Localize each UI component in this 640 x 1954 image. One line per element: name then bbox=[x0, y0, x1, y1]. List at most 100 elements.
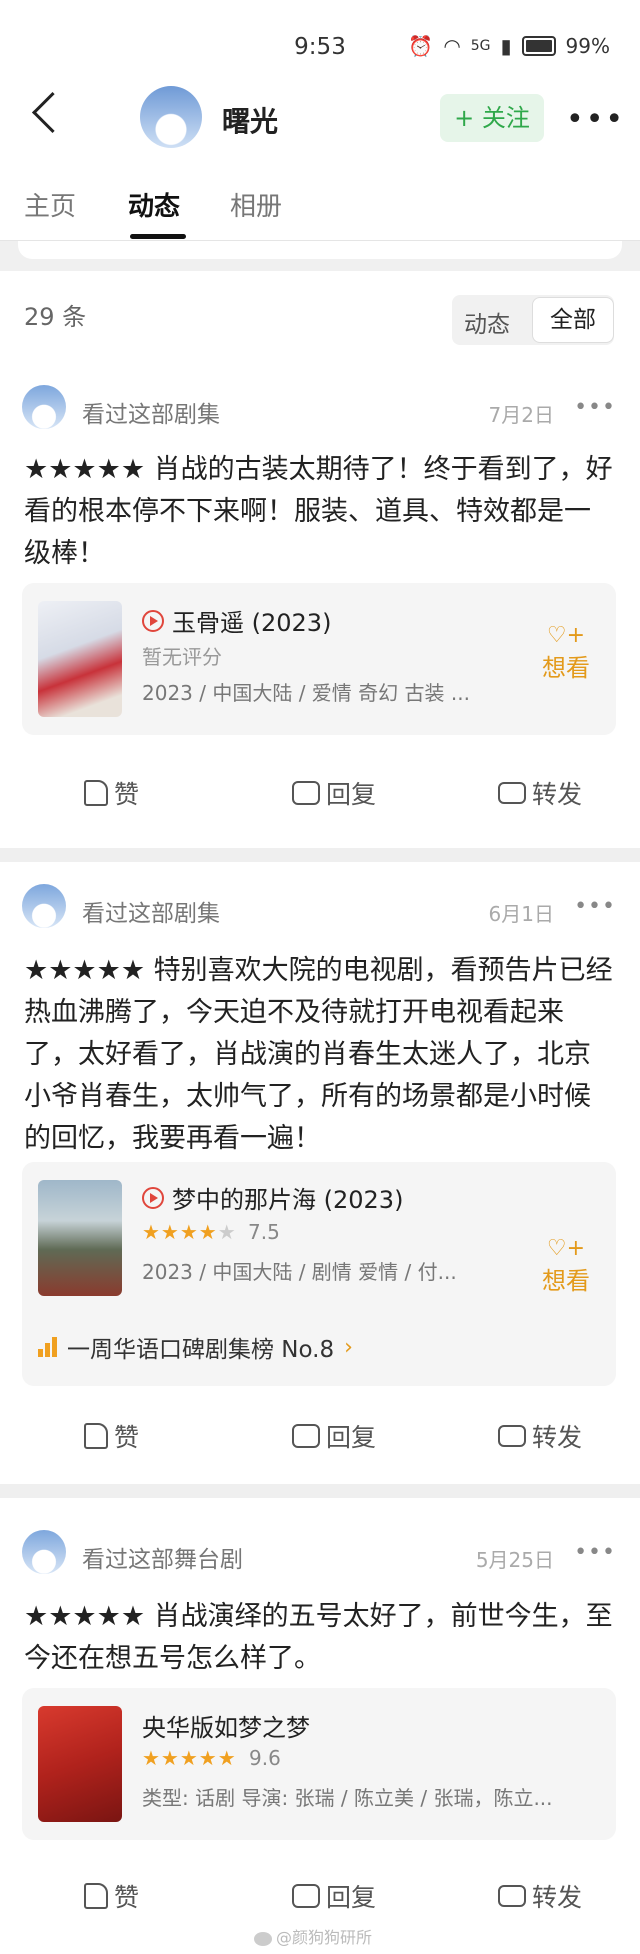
feed-post: 看过这部剧集 6月1日 ••• ★★★★★ 特别喜欢大院的电视剧，看预告片已经热… bbox=[0, 862, 640, 1484]
share-button[interactable]: 转发 bbox=[498, 775, 582, 811]
rating-score: 9.6 bbox=[249, 1746, 281, 1770]
thumbs-up-icon bbox=[84, 1883, 108, 1909]
profile-header: 曙光 + 关注 ••• 主页 动态 相册 bbox=[0, 80, 640, 240]
feed-toolbar: 29 条 动态 全部 bbox=[0, 271, 640, 361]
want-label: 想看 bbox=[542, 654, 590, 682]
work-title: 梦中的那片海 (2023) bbox=[142, 1180, 403, 1215]
feed-post: 看过这部剧集 7月2日 ••• ★★★★★ 肖战的古装太期待了！终于看到了，好看… bbox=[0, 361, 640, 848]
wifi-icon: ◠ bbox=[443, 34, 461, 58]
repost-icon bbox=[498, 1425, 526, 1447]
heart-plus-icon: ♡+ bbox=[546, 623, 586, 648]
work-title: 央华版如梦之梦 bbox=[142, 1708, 310, 1743]
work-card[interactable]: 玉骨遥 (2023) 暂无评分 2023 / 中国大陆 / 爱情 奇幻 古装 .… bbox=[22, 583, 616, 735]
comment-icon bbox=[292, 1424, 320, 1448]
tab-home[interactable]: 主页 bbox=[24, 186, 76, 223]
post-avatar[interactable] bbox=[22, 385, 66, 429]
tab-feed[interactable]: 动态 bbox=[128, 186, 180, 223]
rating-stars: ★★★★★ bbox=[142, 1746, 237, 1770]
play-icon bbox=[142, 1186, 164, 1209]
rating: ★★★★★ 7.5 bbox=[142, 1220, 280, 1244]
avatar[interactable] bbox=[140, 86, 202, 148]
active-tab-indicator bbox=[130, 234, 186, 239]
post-text: ★★★★★ 肖战的古装太期待了！终于看到了，好看的根本停不下来啊！服装、道具、特… bbox=[24, 454, 613, 569]
work-info: 类型: 话剧 导演: 张瑞 / 陈立美 / 张瑞，陈立... bbox=[142, 1786, 553, 1810]
post-date: 7月2日 bbox=[488, 403, 554, 427]
rating: ★★★★★ 9.6 bbox=[142, 1746, 281, 1770]
post-more-icon[interactable]: ••• bbox=[574, 1540, 616, 1565]
like-button[interactable]: 赞 bbox=[84, 775, 139, 811]
post-date: 5月25日 bbox=[475, 1548, 554, 1572]
reply-label: 回复 bbox=[326, 1883, 377, 1912]
post-more-icon[interactable]: ••• bbox=[574, 395, 616, 420]
work-info: 2023 / 中国大陆 / 剧情 爱情 / 付... bbox=[142, 1260, 457, 1284]
thumbs-up-icon bbox=[84, 1423, 108, 1449]
rating-stars: ★★★★ bbox=[142, 1220, 218, 1244]
post-actions: 赞 回复 转发 bbox=[0, 1878, 640, 1928]
filter-option-feed[interactable]: 动态 bbox=[464, 305, 510, 339]
reply-button[interactable]: 回复 bbox=[292, 1418, 376, 1454]
watermark: @颜狗狗研所 bbox=[254, 1924, 372, 1948]
post-avatar[interactable] bbox=[22, 1530, 66, 1574]
rating-text: 暂无评分 bbox=[142, 645, 222, 669]
filter-segment: 动态 全部 bbox=[452, 295, 614, 345]
comment-icon bbox=[292, 781, 320, 805]
poster-image bbox=[38, 1180, 122, 1296]
post-action: 看过这部舞台剧 bbox=[82, 1547, 243, 1573]
signal-icon: ▮ bbox=[500, 34, 512, 58]
post-action: 看过这部剧集 bbox=[82, 901, 220, 927]
status-bar: 9:53 ⏰ ◠ 5G ▮ 99% bbox=[0, 0, 640, 80]
status-icons: ⏰ ◠ 5G ▮ 99% bbox=[408, 34, 610, 58]
post-date: 6月1日 bbox=[488, 902, 554, 926]
section-separator bbox=[0, 241, 640, 271]
poster-image bbox=[38, 1706, 122, 1822]
work-title-text: 梦中的那片海 (2023) bbox=[172, 1186, 404, 1214]
ranking-icon bbox=[38, 1337, 57, 1357]
battery-icon bbox=[521, 36, 556, 56]
like-label: 赞 bbox=[114, 1883, 140, 1912]
poster-image bbox=[38, 601, 122, 717]
repost-icon bbox=[498, 782, 526, 804]
ranking-link[interactable]: 一周华语口碑剧集榜 No.8 › bbox=[38, 1330, 353, 1364]
post-avatar[interactable] bbox=[22, 884, 66, 928]
want-to-watch-button[interactable]: ♡+ 想看 bbox=[542, 623, 590, 683]
want-label: 想看 bbox=[542, 1267, 590, 1295]
reply-label: 回复 bbox=[326, 780, 377, 809]
want-to-watch-button[interactable]: ♡+ 想看 bbox=[542, 1236, 590, 1296]
alarm-icon: ⏰ bbox=[408, 34, 434, 58]
signal-label: 5G bbox=[470, 38, 491, 54]
filter-option-all[interactable]: 全部 bbox=[532, 297, 614, 343]
post-action: 看过这部剧集 bbox=[82, 402, 220, 428]
like-button[interactable]: 赞 bbox=[84, 1418, 139, 1454]
share-label: 转发 bbox=[532, 780, 583, 809]
post-actions: 赞 回复 转发 bbox=[0, 1418, 640, 1468]
reply-label: 回复 bbox=[326, 1423, 377, 1452]
work-card[interactable]: 央华版如梦之梦 ★★★★★ 9.6 类型: 话剧 导演: 张瑞 / 陈立美 / … bbox=[22, 1688, 616, 1840]
work-title: 玉骨遥 (2023) bbox=[142, 603, 331, 638]
watermark-text: @颜狗狗研所 bbox=[276, 1928, 373, 1947]
follow-button[interactable]: + 关注 bbox=[440, 94, 544, 142]
like-button[interactable]: 赞 bbox=[84, 1878, 139, 1914]
work-title-text: 央华版如梦之梦 bbox=[142, 1714, 310, 1742]
tab-album[interactable]: 相册 bbox=[230, 186, 282, 223]
post-text: ★★★★★ 特别喜欢大院的电视剧，看预告片已经热血沸腾了，今天迫不及待就打开电视… bbox=[24, 955, 613, 1154]
reply-button[interactable]: 回复 bbox=[292, 1878, 376, 1914]
battery-level: 99% bbox=[565, 34, 610, 58]
work-title-text: 玉骨遥 (2023) bbox=[172, 609, 332, 637]
like-label: 赞 bbox=[114, 780, 140, 809]
weibo-icon bbox=[254, 1931, 272, 1946]
share-button[interactable]: 转发 bbox=[498, 1878, 582, 1914]
profile-name: 曙光 bbox=[222, 105, 279, 138]
share-button[interactable]: 转发 bbox=[498, 1418, 582, 1454]
play-icon bbox=[142, 609, 164, 632]
repost-icon bbox=[498, 1885, 526, 1907]
chevron-right-icon: › bbox=[344, 1334, 353, 1360]
ranking-label: 一周华语口碑剧集榜 No.8 bbox=[67, 1337, 335, 1363]
share-label: 转发 bbox=[532, 1883, 583, 1912]
like-label: 赞 bbox=[114, 1423, 140, 1452]
reply-button[interactable]: 回复 bbox=[292, 775, 376, 811]
heart-plus-icon: ♡+ bbox=[546, 1236, 586, 1261]
back-icon[interactable] bbox=[31, 91, 74, 134]
work-card[interactable]: 梦中的那片海 (2023) ★★★★★ 7.5 2023 / 中国大陆 / 剧情… bbox=[22, 1162, 616, 1386]
more-icon[interactable]: ••• bbox=[566, 102, 625, 137]
post-more-icon[interactable]: ••• bbox=[574, 894, 616, 919]
